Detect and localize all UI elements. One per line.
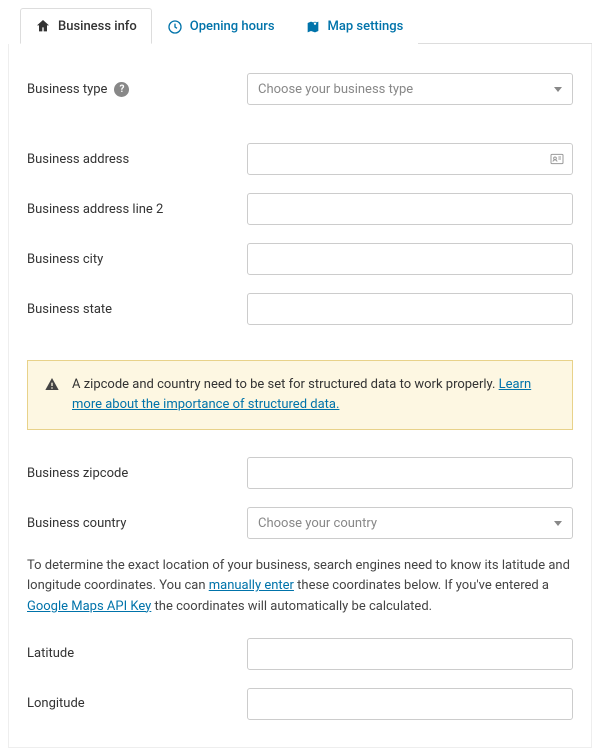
input-business-city[interactable] [247,243,573,275]
row-latitude: Latitude [27,629,573,679]
label-business-address: Business address [27,152,247,167]
clock-icon [167,19,183,35]
select-business-country[interactable]: Choose your country [247,507,573,539]
panel-business-info: Business type ? Choose your business typ… [8,44,592,748]
label-business-address-2: Business address line 2 [27,202,247,217]
row-business-state: Business state [27,284,573,334]
tab-business-info[interactable]: Business info [20,8,152,44]
tabs-bar: Business info Opening hours Map settings [20,8,592,44]
label-text: Business type [27,82,107,97]
help-icon[interactable]: ? [114,82,129,97]
label-business-state: Business state [27,302,247,317]
input-business-state[interactable] [247,293,573,325]
row-business-address-2: Business address line 2 [27,184,573,234]
map-pin-icon [305,19,321,35]
row-business-zipcode: Business zipcode [27,448,573,498]
tab-label: Opening hours [190,19,275,34]
tab-label: Business info [58,19,137,34]
select-placeholder: Choose your country [258,516,377,531]
chevron-down-icon [554,521,562,526]
row-business-city: Business city [27,234,573,284]
input-longitude[interactable] [247,688,573,720]
label-business-country: Business country [27,516,247,531]
warning-icon [44,376,60,392]
row-business-country: Business country Choose your country [27,498,573,548]
select-placeholder: Choose your business type [258,82,413,97]
tab-map-settings[interactable]: Map settings [290,8,419,44]
input-latitude[interactable] [247,638,573,670]
link-google-maps-api[interactable]: Google Maps API Key [27,599,151,614]
tab-opening-hours[interactable]: Opening hours [152,8,290,44]
label-business-city: Business city [27,252,247,267]
input-business-zipcode[interactable] [247,457,573,489]
label-latitude: Latitude [27,646,247,661]
label-business-type: Business type ? [27,82,247,97]
row-business-type: Business type ? Choose your business typ… [27,64,573,114]
home-icon [35,18,51,34]
coordinates-paragraph: To determine the exact location of your … [27,556,573,616]
label-longitude: Longitude [27,696,247,711]
label-business-zipcode: Business zipcode [27,466,247,481]
input-business-address[interactable] [247,143,573,175]
row-business-address: Business address [27,134,573,184]
address-card-icon[interactable] [549,151,565,167]
tab-label: Map settings [328,19,404,34]
notice-structured-data: A zipcode and country need to be set for… [27,360,573,430]
select-business-type[interactable]: Choose your business type [247,73,573,105]
row-longitude: Longitude [27,679,573,729]
para-part: the coordinates will automatically be ca… [151,599,432,614]
para-part: these coordinates below. If you've enter… [294,578,549,593]
chevron-down-icon [554,87,562,92]
link-manually-enter[interactable]: manually enter [209,578,294,593]
input-business-address-2[interactable] [247,193,573,225]
notice-text-before: A zipcode and country need to be set for… [72,377,499,392]
notice-text: A zipcode and country need to be set for… [72,375,556,415]
